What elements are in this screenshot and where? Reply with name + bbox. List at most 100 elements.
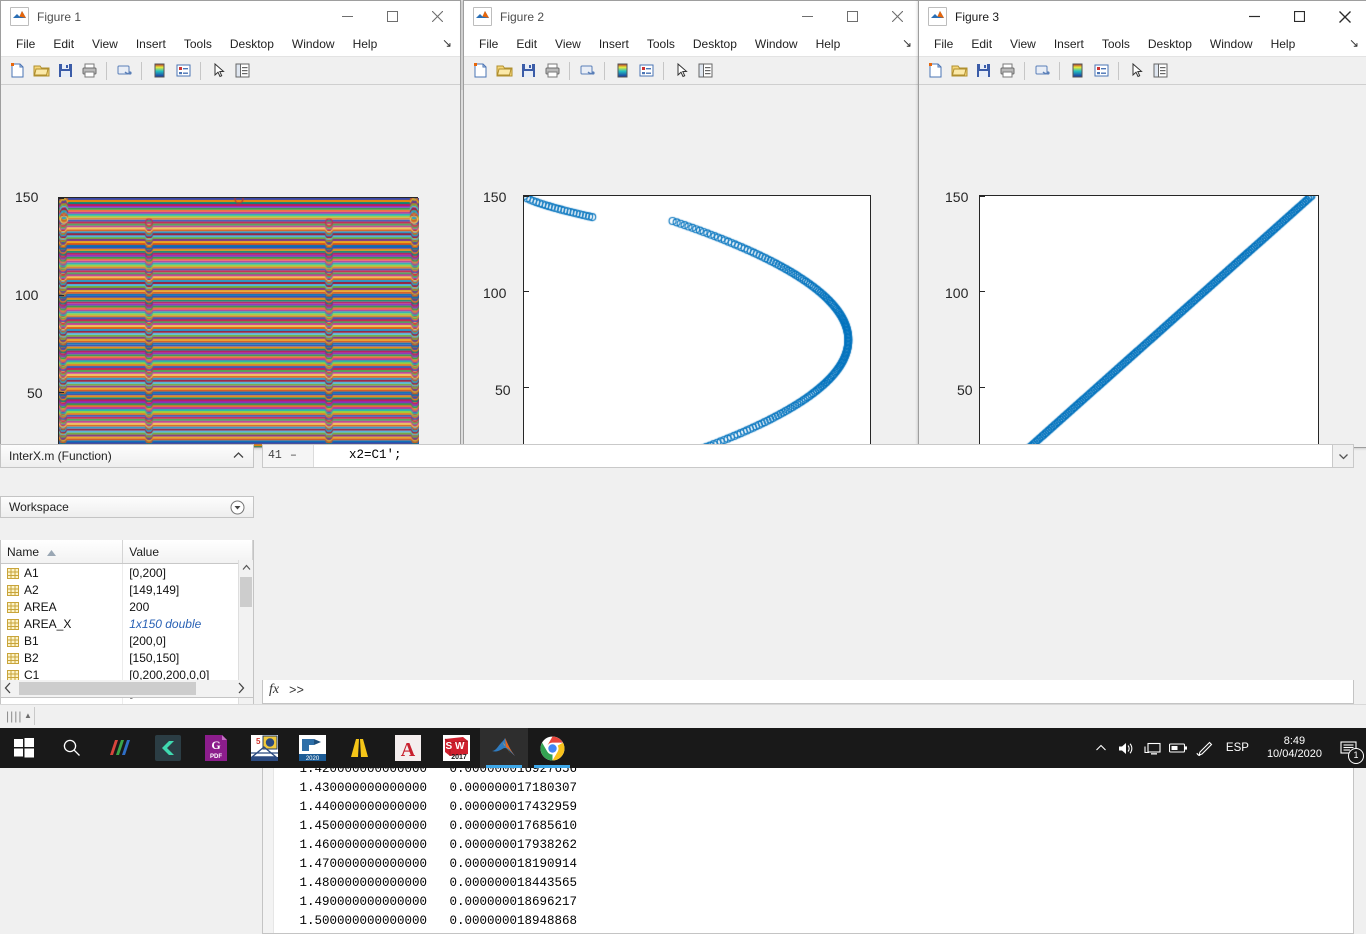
workspace-hscroll-thumb[interactable] — [19, 682, 196, 695]
menu-window[interactable]: Window — [283, 34, 344, 54]
save-figure-icon[interactable] — [54, 60, 76, 82]
figure-1-toolbar[interactable] — [1, 56, 460, 85]
figure-2-canvas[interactable]: 150 100 50 0 0 0.2 0.4 0.6 0.8 1 × 10⁻⁴ — [464, 85, 918, 447]
print-figure-icon[interactable] — [541, 60, 563, 82]
workspace-hscrollbar[interactable] — [0, 680, 254, 698]
taskbar-app-solidworks[interactable]: S W 2017 — [432, 728, 480, 768]
menu-view[interactable]: View — [83, 34, 127, 54]
dock-arrow-icon[interactable]: ↘ — [1349, 36, 1359, 50]
command-window-output[interactable]: 1.410000000000000 0.000000016675004 1.42… — [277, 750, 1337, 931]
editor-code-line[interactable]: 41 – x2=C1'; — [262, 444, 1342, 468]
menu-edit[interactable]: Edit — [962, 34, 1001, 54]
edit-plot-arrow-icon[interactable] — [670, 60, 692, 82]
dock-arrow-icon[interactable]: ↘ — [902, 36, 912, 50]
figure-3-titlebar[interactable]: Figure 3 — [919, 1, 1366, 32]
scroll-left-arrow-icon[interactable] — [3, 682, 16, 695]
menu-edit[interactable]: Edit — [507, 34, 546, 54]
status-grip-icon[interactable]: |||| — [6, 709, 22, 723]
figure-2-menubar[interactable]: File Edit View Insert Tools Desktop Wind… — [464, 32, 920, 56]
panel-options-icon[interactable] — [230, 500, 245, 518]
link-plot-icon[interactable] — [1031, 60, 1053, 82]
taskbar-app-matlab[interactable] — [480, 728, 528, 768]
command-window-prompt-row[interactable]: fx >> — [262, 680, 1354, 704]
save-figure-icon[interactable] — [517, 60, 539, 82]
menu-file[interactable]: File — [925, 34, 962, 54]
colorbar-icon[interactable] — [148, 60, 170, 82]
minimize-button[interactable] — [325, 1, 370, 32]
menu-help[interactable]: Help — [1262, 34, 1305, 54]
command-window-body[interactable]: 1.410000000000000 0.000000016675004 1.42… — [262, 750, 1354, 934]
taskbar-app-etabs2020[interactable]: 2020 — [288, 728, 336, 768]
figure-window-3[interactable]: Figure 3 File Edit View Insert Tools Des… — [918, 0, 1366, 448]
fig3-axes[interactable] — [979, 195, 1320, 447]
taskbar-app-autodesk[interactable] — [336, 728, 384, 768]
status-grip-arrow-icon[interactable]: ▲ — [24, 711, 32, 720]
menu-view[interactable]: View — [1001, 34, 1045, 54]
chevron-up-icon[interactable] — [232, 449, 245, 465]
menu-help[interactable]: Help — [807, 34, 850, 54]
figure-2-toolbar[interactable] — [464, 56, 920, 85]
workspace-row[interactable]: A2 [149,149] — [1, 581, 253, 598]
taskbar-app-chrome[interactable] — [528, 728, 576, 768]
speaker-icon[interactable] — [1114, 728, 1140, 768]
taskbar-app-autocad[interactable]: A — [384, 728, 432, 768]
legend-icon[interactable] — [172, 60, 194, 82]
command-prompt[interactable]: >> — [289, 682, 304, 701]
maximize-button[interactable] — [830, 1, 875, 32]
menu-help[interactable]: Help — [344, 34, 387, 54]
menu-insert[interactable]: Insert — [590, 34, 638, 54]
menu-desktop[interactable]: Desktop — [1139, 34, 1201, 54]
maximize-button[interactable] — [1277, 1, 1322, 32]
menu-window[interactable]: Window — [1201, 34, 1262, 54]
figure-3-toolbar[interactable] — [919, 56, 1366, 85]
close-button[interactable] — [415, 1, 460, 32]
maximize-button[interactable] — [370, 1, 415, 32]
new-figure-icon[interactable] — [924, 60, 946, 82]
close-button[interactable] — [1322, 1, 1366, 32]
edit-plot-arrow-icon[interactable] — [1125, 60, 1147, 82]
menu-edit[interactable]: Edit — [44, 34, 83, 54]
workspace-row[interactable]: A1 [0,200] — [1, 563, 253, 581]
figure-1-menubar[interactable]: File Edit View Insert Tools Desktop Wind… — [1, 32, 460, 56]
figure-2-titlebar[interactable]: Figure 2 — [464, 1, 920, 32]
pen-icon[interactable] — [1192, 728, 1218, 768]
figure-window-1[interactable]: Figure 1 File Edit View Insert Tools Des… — [0, 0, 461, 448]
workspace-header[interactable]: Workspace — [0, 496, 254, 518]
workspace-row[interactable]: B2 [150,150] — [1, 649, 253, 666]
open-file-icon[interactable] — [493, 60, 515, 82]
taskbar-app-filmora[interactable] — [144, 728, 192, 768]
start-button[interactable] — [0, 728, 48, 768]
editor-line-marker[interactable]: – — [290, 446, 297, 465]
new-figure-icon[interactable] — [469, 60, 491, 82]
fig2-axes[interactable] — [523, 195, 872, 447]
menu-insert[interactable]: Insert — [1045, 34, 1093, 54]
taskbar-app-1[interactable] — [96, 728, 144, 768]
open-file-icon[interactable] — [30, 60, 52, 82]
legend-icon[interactable] — [635, 60, 657, 82]
windows-taskbar[interactable]: G PDF 5 2020 A S W 2017 ESP 8:49 10/04/2… — [0, 728, 1366, 768]
editor-vscroll-down-button[interactable] — [1332, 444, 1354, 468]
plot-browser-icon[interactable] — [694, 60, 716, 82]
menu-desktop[interactable]: Desktop — [221, 34, 283, 54]
editor-code-text[interactable]: x2=C1'; — [349, 446, 402, 465]
monitor-icon[interactable] — [1140, 728, 1166, 768]
menu-tools[interactable]: Tools — [1093, 34, 1139, 54]
editor-tab-header[interactable]: InterX.m (Function) — [0, 444, 254, 468]
workspace-table[interactable]: Name Value A1 [0,200] A2 [149,149] AREA 200 AR… — [1, 540, 253, 725]
figure-3-canvas[interactable]: 150 100 50 0 -2 -1.5 -1 -0.5 0 0.5 1 1.5… — [919, 85, 1365, 447]
legend-icon[interactable] — [1090, 60, 1112, 82]
menu-view[interactable]: View — [546, 34, 590, 54]
workspace-vscrollbar[interactable] — [238, 560, 253, 725]
dock-arrow-icon[interactable]: ↘ — [442, 36, 452, 50]
battery-icon[interactable] — [1166, 728, 1192, 768]
fx-icon[interactable]: fx — [269, 682, 279, 698]
chevron-up-icon[interactable] — [1088, 728, 1114, 768]
open-file-icon[interactable] — [948, 60, 970, 82]
close-button[interactable] — [875, 1, 920, 32]
workspace-row[interactable]: B1 [200,0] — [1, 632, 253, 649]
menu-insert[interactable]: Insert — [127, 34, 175, 54]
workspace-col-name[interactable]: Name — [1, 540, 124, 564]
taskbar-app-sap2000[interactable]: 5 — [240, 728, 288, 768]
workspace-body[interactable]: Name Value A1 [0,200] A2 [149,149] AREA 200 AR… — [0, 540, 254, 726]
plot-browser-icon[interactable] — [231, 60, 253, 82]
